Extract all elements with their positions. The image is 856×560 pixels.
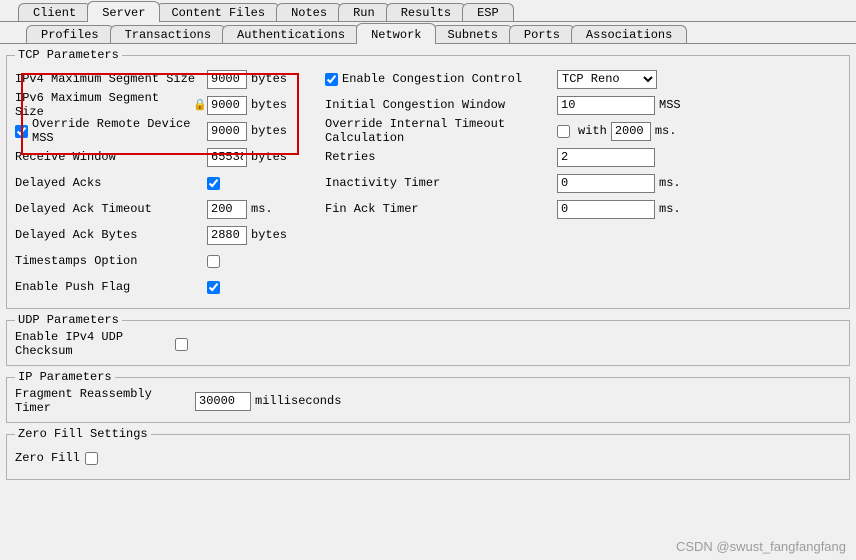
- tab-profiles[interactable]: Profiles: [26, 25, 114, 44]
- inactivity-timer-unit: ms.: [659, 176, 681, 190]
- override-timeout-unit: ms.: [655, 124, 677, 138]
- congestion-control-select[interactable]: TCP Reno: [557, 70, 657, 89]
- udp-checksum-checkbox[interactable]: [175, 338, 188, 351]
- top-tab-row: Client Server Content Files Notes Run Re…: [0, 0, 856, 22]
- sub-tab-row: Profiles Transactions Authentications Ne…: [0, 22, 856, 44]
- ipv4-mss-unit: bytes: [251, 72, 287, 86]
- override-mss-input[interactable]: [207, 122, 247, 141]
- tab-transactions[interactable]: Transactions: [110, 25, 226, 44]
- udp-parameters-group: UDP Parameters Enable IPv4 UDP Checksum: [6, 313, 850, 366]
- fragment-timer-unit: milliseconds: [255, 394, 341, 408]
- receive-window-unit: bytes: [251, 150, 287, 164]
- tab-content-files[interactable]: Content Files: [156, 3, 280, 22]
- ipv6-mss-unit: bytes: [251, 98, 287, 112]
- fragment-timer-input[interactable]: [195, 392, 251, 411]
- retries-label: Retries: [325, 150, 557, 164]
- delayed-ack-bytes-input[interactable]: [207, 226, 247, 245]
- tab-results[interactable]: Results: [386, 3, 466, 22]
- zero-fill-legend: Zero Fill Settings: [15, 427, 151, 441]
- receive-window-label: Receive Window: [15, 150, 207, 164]
- watermark: CSDN @swust_fangfangfang: [676, 539, 846, 554]
- ip-legend: IP Parameters: [15, 370, 115, 384]
- override-mss-checkbox[interactable]: [15, 125, 28, 138]
- timestamps-label: Timestamps Option: [15, 254, 207, 268]
- lock-icon: 🔒: [193, 98, 207, 112]
- ip-parameters-group: IP Parameters Fragment Reassembly Timer …: [6, 370, 850, 423]
- inactivity-timer-label: Inactivity Timer: [325, 176, 557, 190]
- tab-notes[interactable]: Notes: [276, 3, 342, 22]
- tab-associations[interactable]: Associations: [571, 25, 687, 44]
- override-timeout-with: with: [578, 124, 607, 138]
- receive-window-input[interactable]: [207, 148, 247, 167]
- delayed-ack-timeout-label: Delayed Ack Timeout: [15, 202, 207, 216]
- tab-esp[interactable]: ESP: [462, 3, 514, 22]
- zero-fill-group: Zero Fill Settings Zero Fill: [6, 427, 850, 480]
- congestion-control-label: Enable Congestion Control: [325, 72, 557, 86]
- ipv4-mss-label: IPv4 Maximum Segment Size: [15, 72, 207, 86]
- tab-client[interactable]: Client: [18, 3, 91, 22]
- delayed-acks-checkbox[interactable]: [207, 177, 220, 190]
- ipv6-mss-label: IPv6 Maximum Segment Size 🔒: [15, 91, 207, 119]
- tcp-parameters-group: TCP Parameters IPv4 Maximum Segment Size…: [6, 48, 850, 309]
- inactivity-timer-input[interactable]: [557, 174, 655, 193]
- fin-ack-timer-label: Fin Ack Timer: [325, 202, 557, 216]
- tab-subnets[interactable]: Subnets: [432, 25, 512, 44]
- push-flag-label: Enable Push Flag: [15, 280, 207, 294]
- override-timeout-label: Override Internal Timeout Calculation: [325, 117, 557, 145]
- initial-congestion-window-input[interactable]: [557, 96, 655, 115]
- zero-fill-checkbox[interactable]: [85, 452, 98, 465]
- fin-ack-timer-input[interactable]: [557, 200, 655, 219]
- congestion-control-checkbox[interactable]: [325, 73, 338, 86]
- tab-authentications[interactable]: Authentications: [222, 25, 360, 44]
- content-area: TCP Parameters IPv4 Maximum Segment Size…: [0, 44, 856, 490]
- push-flag-checkbox[interactable]: [207, 281, 220, 294]
- override-timeout-input[interactable]: [611, 122, 651, 141]
- initial-congestion-window-label: Initial Congestion Window: [325, 98, 557, 112]
- delayed-ack-bytes-label: Delayed Ack Bytes: [15, 228, 207, 242]
- delayed-ack-bytes-unit: bytes: [251, 228, 287, 242]
- override-timeout-checkbox[interactable]: [557, 125, 570, 138]
- override-mss-label: Override Remote Device MSS: [15, 117, 207, 145]
- tab-run[interactable]: Run: [338, 3, 390, 22]
- fin-ack-timer-unit: ms.: [659, 202, 681, 216]
- tab-ports[interactable]: Ports: [509, 25, 575, 44]
- udp-checksum-label: Enable IPv4 UDP Checksum: [15, 330, 175, 358]
- delayed-acks-label: Delayed Acks: [15, 176, 207, 190]
- retries-input[interactable]: [557, 148, 655, 167]
- delayed-ack-timeout-unit: ms.: [251, 202, 273, 216]
- fragment-timer-label: Fragment Reassembly Timer: [15, 387, 195, 415]
- override-mss-unit: bytes: [251, 124, 287, 138]
- tcp-legend: TCP Parameters: [15, 48, 122, 62]
- icw-unit: MSS: [659, 98, 681, 112]
- tab-server[interactable]: Server: [87, 1, 160, 22]
- udp-legend: UDP Parameters: [15, 313, 122, 327]
- timestamps-checkbox[interactable]: [207, 255, 220, 268]
- zero-fill-label: Zero Fill: [15, 451, 85, 465]
- delayed-ack-timeout-input[interactable]: [207, 200, 247, 219]
- ipv4-mss-input[interactable]: [207, 70, 247, 89]
- tab-network[interactable]: Network: [356, 23, 436, 44]
- ipv6-mss-input[interactable]: [207, 96, 247, 115]
